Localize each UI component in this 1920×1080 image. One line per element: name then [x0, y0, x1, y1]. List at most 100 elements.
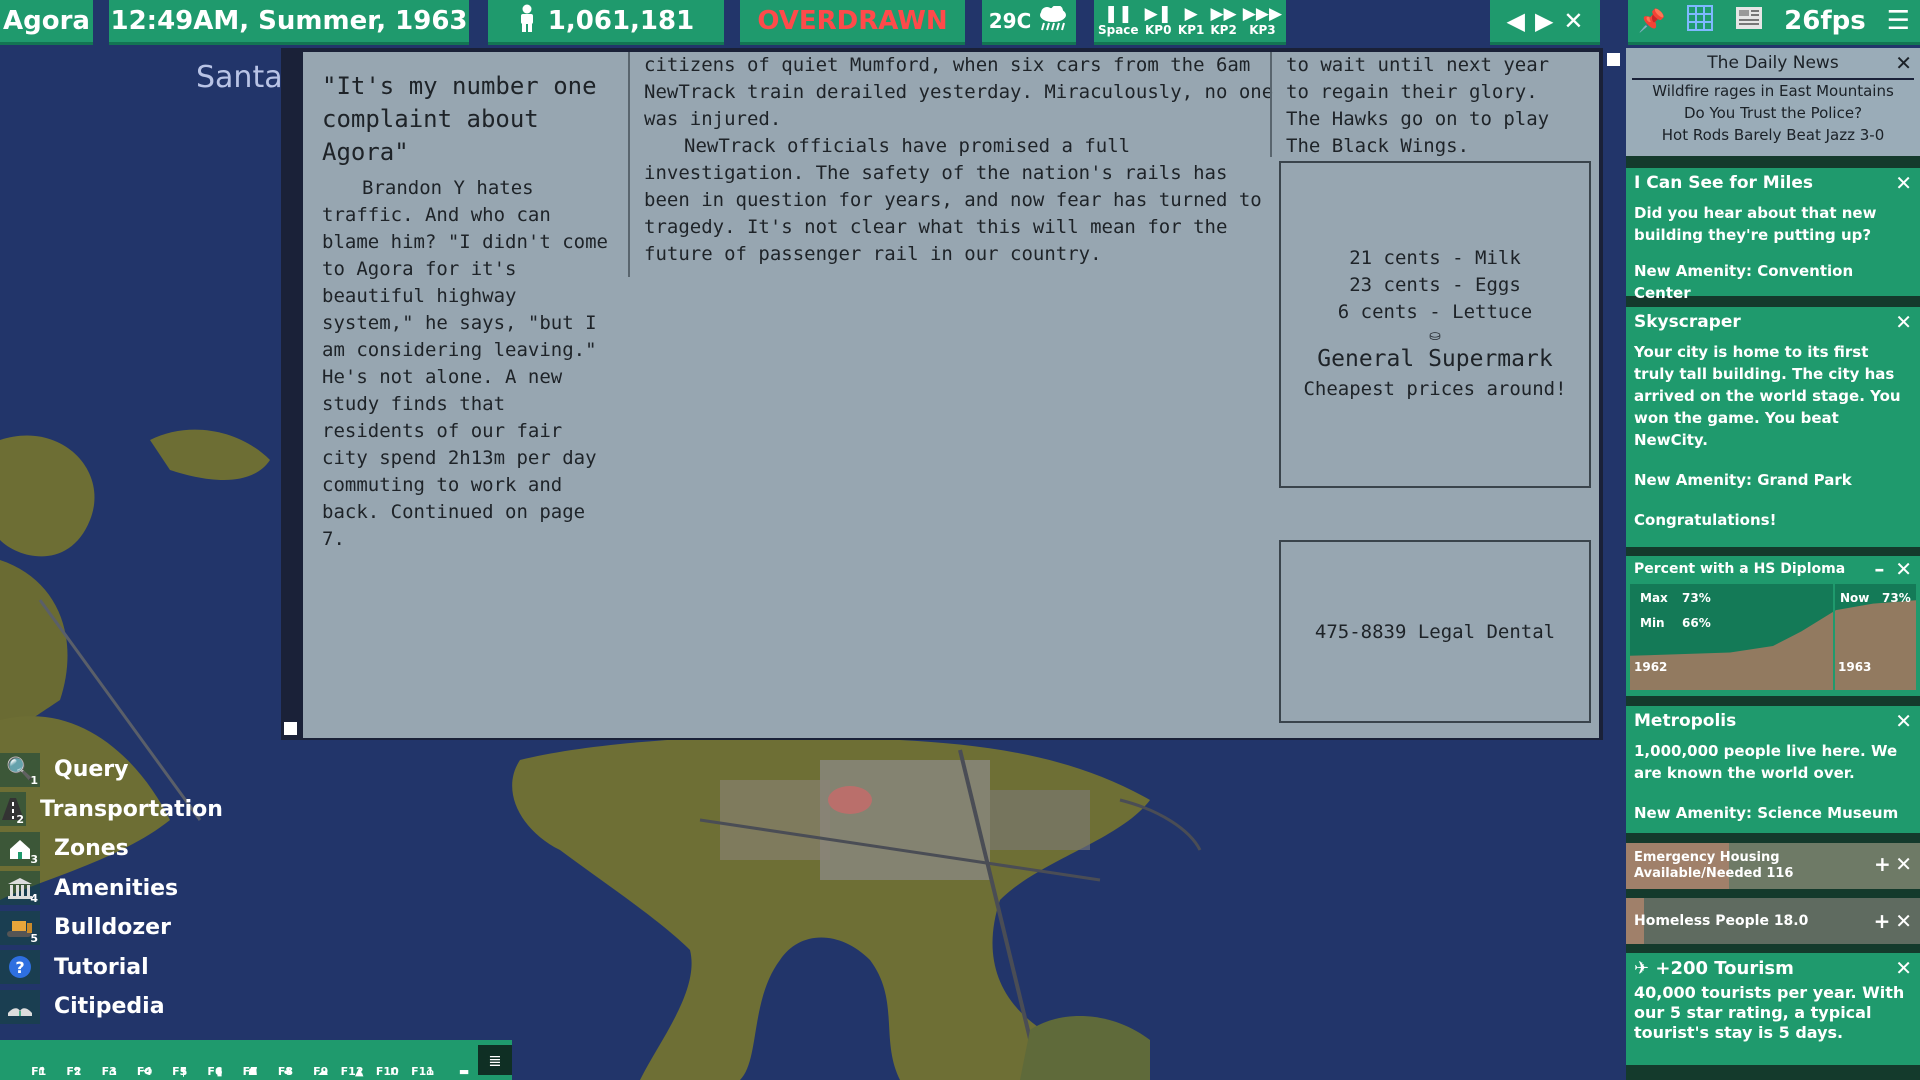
tourism-card[interactable]: ✈ +200 Tourism ✕ 40,000 tourists per yea… [1626, 953, 1920, 1065]
newspaper-icon[interactable] [1735, 6, 1763, 37]
speed-1-button[interactable]: ▶ KP1 [1178, 5, 1204, 37]
weather-display[interactable]: 29C [982, 0, 1076, 45]
hamburger-menu-icon[interactable]: ☰ [1887, 6, 1910, 36]
menu-tutorial[interactable]: ? Tutorial [0, 948, 220, 988]
close-icon[interactable]: ✕ [1895, 909, 1912, 933]
tool-gate-button[interactable]: ⊓ F10 [365, 1041, 400, 1079]
menu-bulldozer[interactable]: 5 Bulldozer [0, 908, 220, 948]
pause-button[interactable]: ❚❚ Space [1098, 5, 1139, 37]
tool-tower-button[interactable]: ▮ F6 [188, 1041, 223, 1079]
fkey-label: F12 [340, 1065, 364, 1078]
chart-now-value: 73% [1882, 591, 1911, 605]
achievement-card-skyscraper[interactable]: Skyscraper ✕ Your city is home to its fi… [1626, 307, 1920, 547]
article-headline: "It's my number one complaint about Agor… [322, 72, 597, 166]
close-icon[interactable]: ✕ [1895, 310, 1912, 334]
ad-price-line: 23 cents - Eggs [1349, 274, 1521, 296]
speed-key-label: KP1 [1177, 23, 1205, 37]
city-name[interactable]: Agora [0, 0, 93, 45]
prev-page-icon[interactable]: ◀ [1506, 7, 1524, 35]
close-icon[interactable]: ✕ [1895, 51, 1912, 75]
grid-icon[interactable] [1686, 4, 1714, 39]
newspaper-nav: ◀ ▶ ✕ [1490, 0, 1600, 45]
tool-residential-button[interactable]: ⌂ F3 [83, 1041, 118, 1079]
fkey-label: F1 [31, 1065, 47, 1078]
pause-icon: ❚❚ [1104, 4, 1133, 24]
chart-year-start: 1962 [1634, 660, 1667, 674]
menu-query[interactable]: 🔍 1 Query [0, 750, 220, 790]
menu-transportation[interactable]: 2 Transportation [0, 790, 223, 830]
menu-label: Query [54, 757, 129, 783]
close-icon[interactable]: ✕ [1895, 171, 1912, 195]
ad-slogan: Cheapest prices around! [1303, 378, 1567, 400]
news-headline[interactable]: Wildfire rages in East Mountains [1626, 80, 1920, 102]
article-sports: to wait until next year to regain their … [1286, 54, 1550, 157]
close-icon[interactable]: ✕ [1895, 852, 1912, 876]
speed-key-label: KP0 [1145, 23, 1172, 37]
next-page-icon[interactable]: ▶ [1535, 7, 1553, 35]
fkey-label: F3 [101, 1065, 117, 1078]
plus-icon[interactable]: + [1874, 909, 1891, 933]
article-body: Brandon Y hates traffic. And who can bla… [322, 177, 608, 550]
tool-cone-button[interactable]: ▲ F12 [329, 1041, 364, 1079]
card-body: Your city is home to its first truly tal… [1634, 343, 1901, 449]
column-divider [628, 52, 630, 277]
rain-cloud-icon [1037, 4, 1069, 37]
news-headline[interactable]: Hot Rods Barely Beat Jazz 3-0 [1626, 124, 1920, 146]
emergency-housing-bar[interactable]: Emergency Housing Available/Needed 116 +… [1626, 843, 1920, 889]
menu-zones[interactable]: 3 Zones [0, 829, 220, 869]
news-headline[interactable]: Do You Trust the Police? [1626, 102, 1920, 124]
close-paper-icon[interactable]: ✕ [1563, 7, 1583, 35]
speed-2-button[interactable]: ▶▶ KP2 [1210, 5, 1236, 37]
population-count: 1,061,181 [547, 6, 695, 36]
ad-store-name: General Supermark [1317, 346, 1553, 372]
bar-content: Homeless People 18.0 + ✕ [1626, 898, 1920, 944]
close-icon[interactable]: ✕ [1895, 709, 1912, 733]
pin-icon[interactable]: 📌 [1638, 9, 1665, 34]
tool-people-button[interactable]: $ F5 [153, 1041, 188, 1079]
achievement-card-miles[interactable]: I Can See for Miles ✕ Did you hear about… [1626, 168, 1920, 302]
speed-key-label: KP3 [1249, 23, 1276, 37]
tool-tree-button[interactable]: ♣ F8 [259, 1041, 294, 1079]
road-icon: 2 [0, 792, 26, 827]
newspaper-toggle-button[interactable]: ≣ [478, 1045, 513, 1075]
homeless-bar[interactable]: Homeless People 18.0 + ✕ [1626, 898, 1920, 944]
book-icon [0, 989, 40, 1024]
fps-counter: 26fps [1784, 6, 1866, 36]
fastest-forward-icon: ▶▶▶ [1242, 4, 1283, 24]
achievement-card-metropolis[interactable]: Metropolis ✕ 1,000,000 people live here.… [1626, 706, 1920, 833]
tool-home-button[interactable]: ⌂ F11 [400, 1041, 435, 1079]
population-display[interactable]: 1,061,181 [488, 0, 724, 45]
budget-status[interactable]: OVERDRAWN [740, 0, 965, 45]
resize-handle[interactable] [1607, 53, 1620, 66]
chart-min-label: Min [1640, 616, 1665, 630]
chart-title: Percent with a HS Diploma [1634, 561, 1846, 577]
tool-interchange-button[interactable]: ⟲ F4 [118, 1041, 153, 1079]
fkey-label: F10 [375, 1065, 399, 1078]
menu-amenities[interactable]: 4 Amenities [0, 869, 220, 909]
speed-controls: ❚❚ Space ▶❚ KP0 ▶ KP1 ▶▶ KP2 ▶▶▶ KP3 [1094, 0, 1286, 45]
card-title: ✈ +200 Tourism ✕ [1626, 953, 1920, 983]
tool-cloud-button[interactable]: ☁ F9 [294, 1041, 329, 1079]
close-icon[interactable]: ✕ [1895, 557, 1912, 581]
resize-handle[interactable] [284, 722, 297, 735]
speed-3-button[interactable]: ▶▶▶ KP3 [1243, 5, 1282, 37]
menu-label: Bulldozer [54, 915, 171, 941]
close-icon[interactable]: ✕ [1895, 956, 1912, 980]
menu-label: Amenities [54, 875, 179, 901]
menu-citipedia[interactable]: Citipedia [0, 987, 220, 1027]
speed-0-button[interactable]: ▶❚ KP0 [1145, 5, 1172, 37]
bottom-toolbar: ↱ F1 ↰ F2 ⌂ F3 ⟲ F4 $ F5 ▮ F6 ☗ F7 ♣ F8 ☁ F9 ▲ F12… [0, 1040, 513, 1080]
tool-crowd-button[interactable]: ☗ F7 [224, 1041, 259, 1079]
tool-street-button[interactable]: ↰ F2 [47, 1041, 82, 1079]
stat-chart-card[interactable]: Percent with a HS Diploma – ✕ Max 73% Mi… [1626, 556, 1920, 696]
bar-label: Emergency Housing [1634, 850, 1780, 865]
card-body: 40,000 tourists per year. With our 5 sta… [1634, 983, 1905, 1042]
plus-icon[interactable]: + [1874, 852, 1891, 876]
tool-car-button[interactable]: ▬ [435, 1041, 470, 1079]
tool-road-button[interactable]: ↱ F1 [12, 1041, 47, 1079]
fkey-label: F11 [411, 1065, 434, 1078]
card-title: Percent with a HS Diploma – ✕ [1626, 556, 1920, 582]
daily-news-card[interactable]: The Daily News ✕ Wildfire rages in East … [1626, 48, 1920, 156]
minimize-icon[interactable]: – [1874, 557, 1884, 581]
view-tools: 📌 26fps ☰ [1628, 0, 1920, 45]
